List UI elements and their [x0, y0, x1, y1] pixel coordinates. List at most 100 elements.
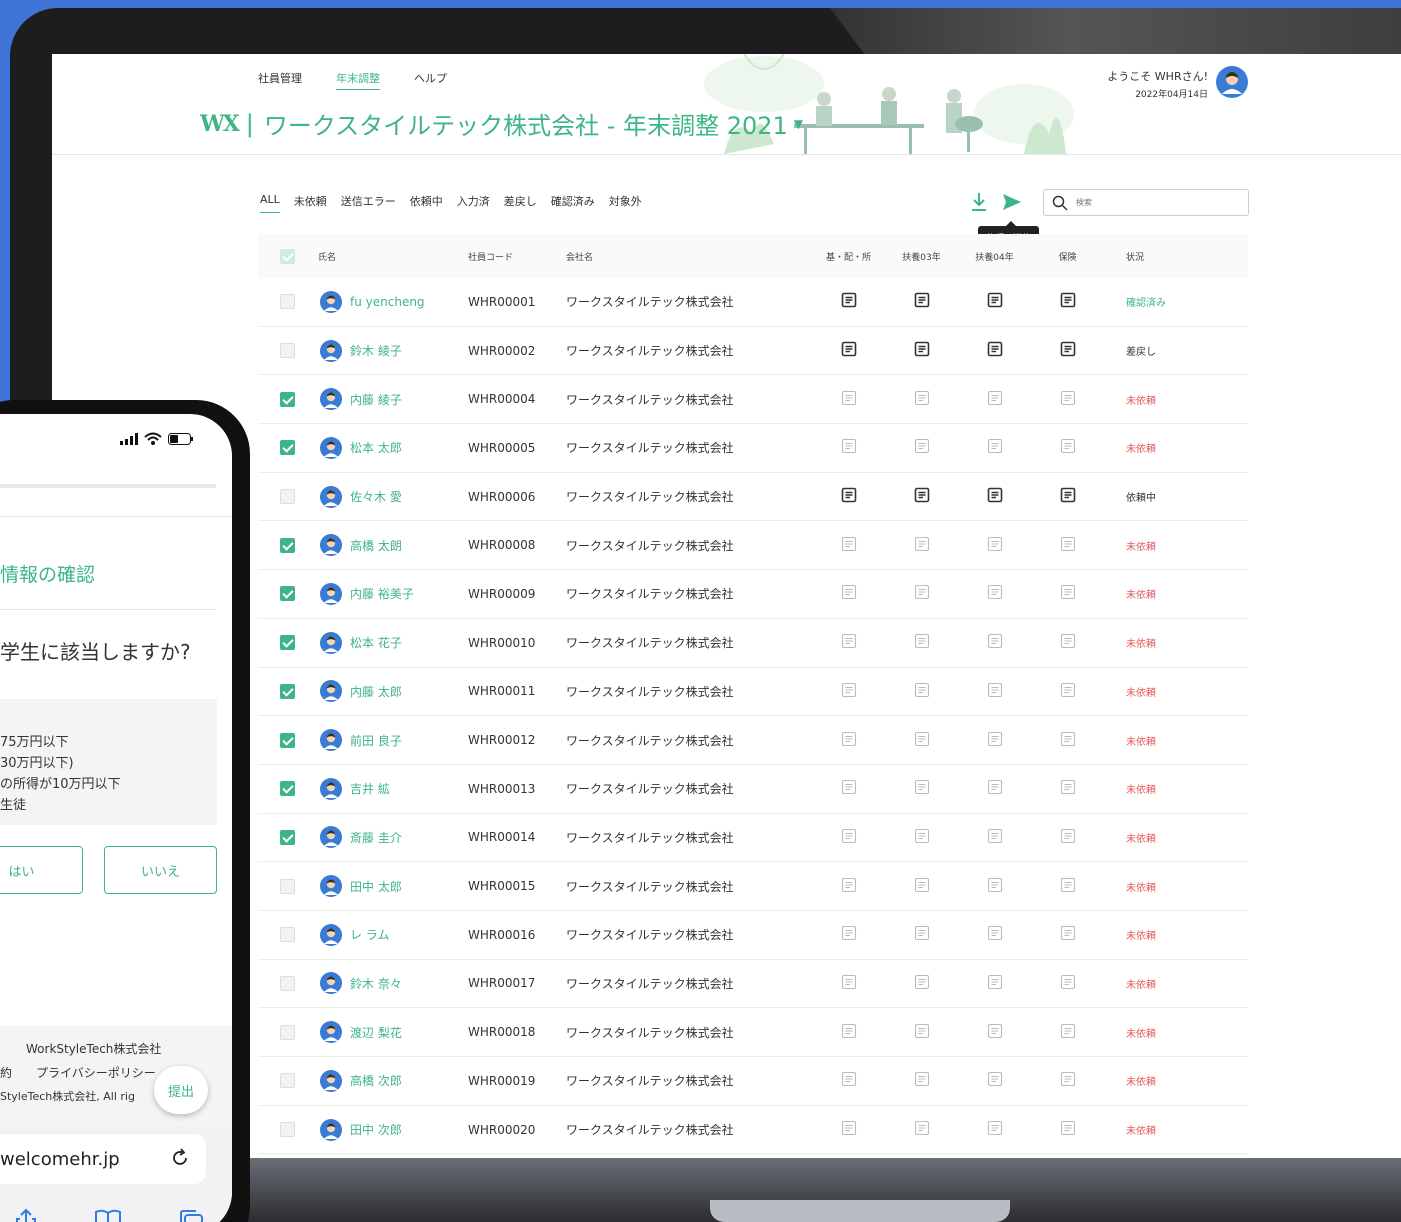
- table-row[interactable]: 斎藤 圭介 WHR00014 ワークスタイルテック株式会社 未依頼: [258, 814, 1248, 863]
- row-checkbox[interactable]: [280, 391, 295, 407]
- table-row[interactable]: 鈴木 奈々 WHR00017 ワークスタイルテック株式会社 未依頼: [258, 960, 1248, 1009]
- document-icon[interactable]: [987, 731, 1003, 747]
- document-icon[interactable]: [987, 828, 1003, 844]
- document-icon[interactable]: [914, 974, 930, 990]
- document-icon[interactable]: [1060, 925, 1076, 941]
- search-input[interactable]: [1076, 198, 1236, 207]
- document-icon[interactable]: [841, 779, 857, 795]
- header-company[interactable]: 会社名: [554, 250, 812, 263]
- document-icon[interactable]: [841, 292, 857, 308]
- row-checkbox[interactable]: [280, 683, 295, 699]
- document-icon[interactable]: [987, 292, 1003, 308]
- document-icon[interactable]: [1060, 536, 1076, 552]
- document-icon[interactable]: [1060, 487, 1076, 503]
- document-icon[interactable]: [914, 390, 930, 406]
- document-icon[interactable]: [987, 1071, 1003, 1087]
- table-row[interactable]: fu yencheng WHR00001 ワークスタイルテック株式会社 確認済み: [258, 278, 1248, 327]
- download-icon[interactable]: [970, 192, 988, 212]
- footer-links[interactable]: 約 プライバシーポリシー: [0, 1064, 156, 1081]
- document-icon[interactable]: [914, 633, 930, 649]
- document-icon[interactable]: [841, 487, 857, 503]
- document-icon[interactable]: [914, 536, 930, 552]
- document-icon[interactable]: [1060, 682, 1076, 698]
- document-icon[interactable]: [987, 974, 1003, 990]
- document-icon[interactable]: [914, 731, 930, 747]
- employee-name[interactable]: 松本 太郎: [350, 439, 402, 456]
- employee-name[interactable]: 松本 花子: [350, 634, 402, 651]
- document-icon[interactable]: [841, 731, 857, 747]
- yes-button[interactable]: はい: [0, 846, 83, 894]
- row-checkbox[interactable]: [280, 878, 295, 894]
- table-row[interactable]: 内藤 太郎 WHR00011 ワークスタイルテック株式会社 未依頼: [258, 668, 1248, 717]
- document-icon[interactable]: [987, 877, 1003, 893]
- document-icon[interactable]: [841, 877, 857, 893]
- table-row[interactable]: 内藤 裕美子 WHR00009 ワークスタイルテック株式会社 未依頼: [258, 570, 1248, 619]
- document-icon[interactable]: [914, 584, 930, 600]
- document-icon[interactable]: [841, 536, 857, 552]
- document-icon[interactable]: [914, 438, 930, 454]
- document-icon[interactable]: [1060, 779, 1076, 795]
- employee-name[interactable]: 鈴木 奈々: [350, 975, 402, 992]
- employee-name[interactable]: 内藤 裕美子: [350, 585, 414, 602]
- document-icon[interactable]: [914, 779, 930, 795]
- table-row[interactable]: 前田 良子 WHR00012 ワークスタイルテック株式会社 未依頼: [258, 716, 1248, 765]
- document-icon[interactable]: [1060, 731, 1076, 747]
- document-icon[interactable]: [987, 390, 1003, 406]
- row-checkbox[interactable]: [280, 1122, 295, 1138]
- document-icon[interactable]: [1060, 633, 1076, 649]
- document-icon[interactable]: [1060, 877, 1076, 893]
- document-icon[interactable]: [914, 341, 930, 357]
- header-code[interactable]: 社員コード: [456, 250, 554, 263]
- reload-icon[interactable]: [170, 1148, 190, 1168]
- document-icon[interactable]: [1060, 341, 1076, 357]
- document-icon[interactable]: [841, 633, 857, 649]
- nav-year-end-adjustment[interactable]: 年末調整: [336, 70, 380, 90]
- document-icon[interactable]: [987, 1023, 1003, 1039]
- document-icon[interactable]: [1060, 438, 1076, 454]
- employee-name[interactable]: fu yencheng: [350, 295, 425, 309]
- tab-send-error[interactable]: 送信エラー: [341, 193, 396, 213]
- document-icon[interactable]: [987, 341, 1003, 357]
- document-icon[interactable]: [987, 438, 1003, 454]
- tab-excluded[interactable]: 対象外: [609, 193, 642, 213]
- table-row[interactable]: 松本 太郎 WHR00005 ワークスタイルテック株式会社 未依頼: [258, 424, 1248, 473]
- document-icon[interactable]: [841, 390, 857, 406]
- document-icon[interactable]: [841, 438, 857, 454]
- employee-name[interactable]: 斎藤 圭介: [350, 829, 402, 846]
- employee-name[interactable]: 内藤 太郎: [350, 683, 402, 700]
- document-icon[interactable]: [1060, 584, 1076, 600]
- table-row[interactable]: レ ラム WHR00016 ワークスタイルテック株式会社 未依頼: [258, 911, 1248, 960]
- document-icon[interactable]: [841, 341, 857, 357]
- document-icon[interactable]: [987, 584, 1003, 600]
- document-icon[interactable]: [1060, 828, 1076, 844]
- employee-name[interactable]: 田中 太郎: [350, 878, 402, 895]
- document-icon[interactable]: [987, 779, 1003, 795]
- employee-name[interactable]: 内藤 綾子: [350, 391, 402, 408]
- table-row[interactable]: 渡辺 梨花 WHR00018 ワークスタイルテック株式会社 未依頼: [258, 1008, 1248, 1057]
- nav-employee-management[interactable]: 社員管理: [258, 70, 302, 90]
- table-row[interactable]: 吉井 絋 WHR00013 ワークスタイルテック株式会社 未依頼: [258, 765, 1248, 814]
- table-row[interactable]: 田中 次郎 WHR00020 ワークスタイルテック株式会社 未依頼: [258, 1106, 1248, 1155]
- header-status[interactable]: 状況: [1104, 250, 1204, 263]
- document-icon[interactable]: [841, 682, 857, 698]
- search-box[interactable]: [1043, 189, 1249, 216]
- document-icon[interactable]: [987, 487, 1003, 503]
- document-icon[interactable]: [987, 1120, 1003, 1136]
- employee-name[interactable]: 田中 次郎: [350, 1121, 402, 1138]
- tab-returned[interactable]: 差戻し: [504, 193, 537, 213]
- document-icon[interactable]: [987, 536, 1003, 552]
- document-icon[interactable]: [841, 828, 857, 844]
- tab-not-requested[interactable]: 未依頼: [294, 193, 327, 213]
- employee-name[interactable]: 渡辺 梨花: [350, 1024, 402, 1041]
- document-icon[interactable]: [841, 925, 857, 941]
- employee-name[interactable]: 佐々木 愛: [350, 488, 402, 505]
- table-row[interactable]: 高橋 太朗 WHR00008 ワークスタイルテック株式会社 未依頼: [258, 521, 1248, 571]
- document-icon[interactable]: [914, 877, 930, 893]
- row-checkbox[interactable]: [280, 975, 295, 991]
- brand-title[interactable]: WX | ワークスタイルテック株式会社 - 年末調整 2021 ▼: [200, 106, 803, 141]
- employee-name[interactable]: 吉井 絋: [350, 780, 390, 797]
- document-icon[interactable]: [914, 925, 930, 941]
- row-checkbox[interactable]: [280, 635, 295, 651]
- employee-name[interactable]: 前田 良子: [350, 732, 402, 749]
- table-row[interactable]: 鈴木 綾子 WHR00002 ワークスタイルテック株式会社 差戻し: [258, 327, 1248, 376]
